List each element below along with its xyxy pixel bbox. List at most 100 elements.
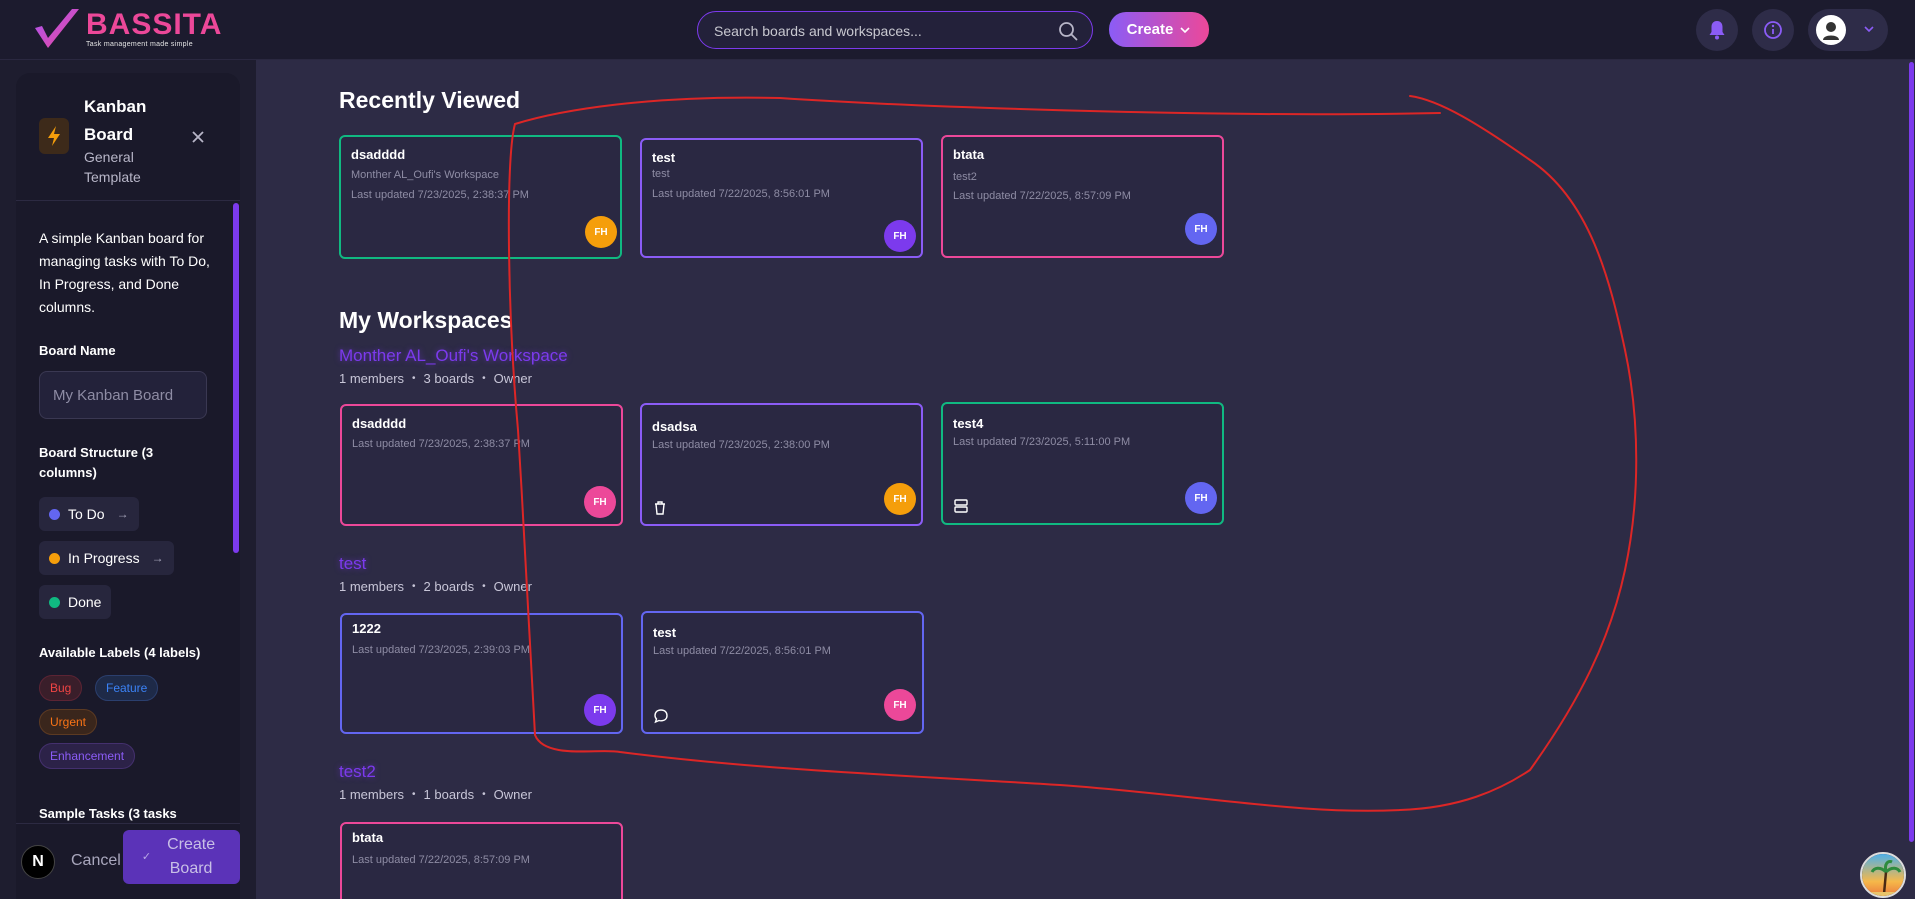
server-icon[interactable] [953, 498, 969, 514]
board-title: test [653, 625, 677, 640]
column-label: Done [68, 594, 102, 610]
create-board-button[interactable]: ✓ Create Board [123, 830, 240, 884]
template-title: Kanban Board [84, 97, 147, 144]
chevron-down-icon [1180, 26, 1190, 33]
available-labels-label: Available Labels (4 labels) [39, 645, 201, 660]
cancel-button[interactable]: Cancel [71, 852, 121, 870]
board-title: 1222 [352, 621, 381, 636]
avatar: FH [584, 486, 616, 518]
board-title: dsadsa [652, 419, 697, 434]
board-structure-label: Board Structure (3 columns) [39, 445, 154, 480]
board-workspace: Monther AL_Oufi's Workspace [351, 169, 500, 181]
template-footer: N Cancel ✓ Create Board [16, 823, 240, 899]
template-description: A simple Kanban board for managing tasks… [39, 230, 210, 315]
avatar [1816, 15, 1846, 45]
recent-board-card[interactable]: test test Last updated 7/22/2025, 8:56:0… [640, 138, 923, 258]
board-card[interactable]: btata Last updated 7/22/2025, 8:57:09 PM [340, 822, 623, 899]
workspace-meta: 1 members • 1 boards • Owner [339, 787, 532, 802]
role-label: Owner [493, 787, 532, 802]
logo-tagline: Task management made simple [86, 41, 193, 48]
avatar: FH [585, 216, 617, 248]
top-bar: BASSITA Task management made simple Crea… [0, 0, 1915, 60]
column-chip-done[interactable]: Done [39, 585, 112, 619]
recent-board-card[interactable]: btata test2 Last updated 7/22/2025, 8:57… [941, 135, 1224, 258]
board-title: btata [953, 147, 985, 162]
template-body: A simple Kanban board for managing tasks… [16, 201, 230, 823]
last-updated: Last updated 7/23/2025, 2:39:03 PM [352, 644, 530, 656]
board-title: test [652, 150, 676, 165]
board-card[interactable]: test Last updated 7/22/2025, 8:56:01 PM … [641, 611, 924, 734]
user-menu[interactable] [1808, 9, 1888, 51]
last-updated: Last updated 7/23/2025, 5:11:00 PM [953, 436, 1131, 448]
workspace-name[interactable]: Monther AL_Oufi's Workspace [339, 346, 568, 366]
status-dot [49, 552, 60, 564]
create-button-label: Create [1126, 21, 1174, 38]
board-name-field[interactable] [39, 371, 207, 419]
recent-board-card[interactable]: dsadddd Monther AL_Oufi's Workspace Last… [339, 135, 622, 259]
search-input[interactable] [714, 20, 1044, 42]
page-scrollbar-thumb[interactable] [1909, 62, 1914, 842]
workspace-meta: 1 members • 3 boards • Owner [339, 371, 532, 386]
dev-badge[interactable]: N [21, 845, 55, 879]
board-card[interactable]: dsadddd Last updated 7/23/2025, 2:38:37 … [340, 404, 623, 526]
last-updated: Last updated 7/22/2025, 8:56:01 PM [653, 645, 831, 657]
last-updated: Last updated 7/22/2025, 8:57:09 PM [953, 190, 1131, 202]
column-chip-in-progress[interactable]: In Progress → [39, 541, 174, 575]
info-button[interactable] [1752, 9, 1794, 51]
role-label: Owner [493, 371, 532, 386]
role-label: Owner [493, 579, 532, 594]
status-dot [49, 596, 60, 608]
lightning-icon [39, 118, 69, 154]
label-chip-urgent[interactable]: Urgent [39, 709, 98, 735]
members-count: 1 members [339, 787, 405, 802]
arrow-right-icon: → [151, 551, 164, 565]
label-chip-bug[interactable]: Bug [39, 675, 83, 701]
notifications-button[interactable] [1696, 9, 1738, 51]
create-board-label: Create Board [167, 836, 216, 877]
board-title: test4 [953, 416, 984, 431]
create-button[interactable]: Create [1109, 12, 1209, 47]
chevron-down-icon [1864, 26, 1874, 33]
logo[interactable]: BASSITA Task management made simple [32, 6, 222, 52]
chat-icon[interactable] [653, 708, 669, 724]
avatar: FH [884, 483, 916, 515]
panel-scrollbar-thumb[interactable] [233, 203, 239, 553]
board-workspace: test2 [953, 171, 977, 183]
sample-tasks-label: Sample Tasks (3 tasks included) [39, 806, 177, 821]
board-title: dsadddd [352, 416, 407, 431]
boards-count: 1 boards [423, 787, 475, 802]
board-card[interactable]: test4 Last updated 7/23/2025, 5:11:00 PM… [941, 402, 1224, 525]
boards-count: 3 boards [423, 371, 475, 386]
board-title: dsadddd [351, 147, 406, 162]
check-logo-icon [35, 9, 79, 48]
bell-icon [1709, 21, 1725, 40]
last-updated: Last updated 7/23/2025, 2:38:37 PM [351, 189, 529, 201]
column-label: In Progress [68, 550, 140, 566]
search-icon[interactable] [1058, 21, 1078, 41]
palm-tree-icon [1862, 854, 1904, 896]
column-chip-todo[interactable]: To Do → [39, 497, 139, 531]
last-updated: Last updated 7/22/2025, 8:57:09 PM [352, 854, 530, 866]
board-card[interactable]: dsadsa Last updated 7/23/2025, 2:38:00 P… [640, 403, 923, 526]
template-subtitle: General Template [84, 149, 141, 185]
workspace-name[interactable]: test2 [339, 762, 376, 782]
status-dot [49, 508, 60, 520]
avatar: FH [584, 694, 616, 726]
avatar: FH [1185, 482, 1217, 514]
board-card[interactable]: 1222 Last updated 7/23/2025, 2:39:03 PM … [340, 613, 623, 734]
arrow-right-icon: → [116, 507, 129, 521]
label-chip-enhancement[interactable]: Enhancement [39, 743, 136, 769]
avatar: FH [884, 689, 916, 721]
check-icon: ✓ [141, 851, 152, 863]
close-icon[interactable] [188, 127, 208, 147]
workspace-name[interactable]: test [339, 554, 366, 574]
label-chip-feature[interactable]: Feature [95, 675, 159, 701]
search-bar[interactable] [697, 11, 1093, 49]
my-workspaces-heading: My Workspaces [339, 307, 513, 333]
members-count: 1 members [339, 579, 405, 594]
workspace-meta: 1 members • 2 boards • Owner [339, 579, 532, 594]
members-count: 1 members [339, 371, 405, 386]
assistant-avatar[interactable] [1860, 852, 1906, 898]
avatar: FH [884, 220, 916, 252]
trash-icon[interactable] [652, 500, 668, 516]
